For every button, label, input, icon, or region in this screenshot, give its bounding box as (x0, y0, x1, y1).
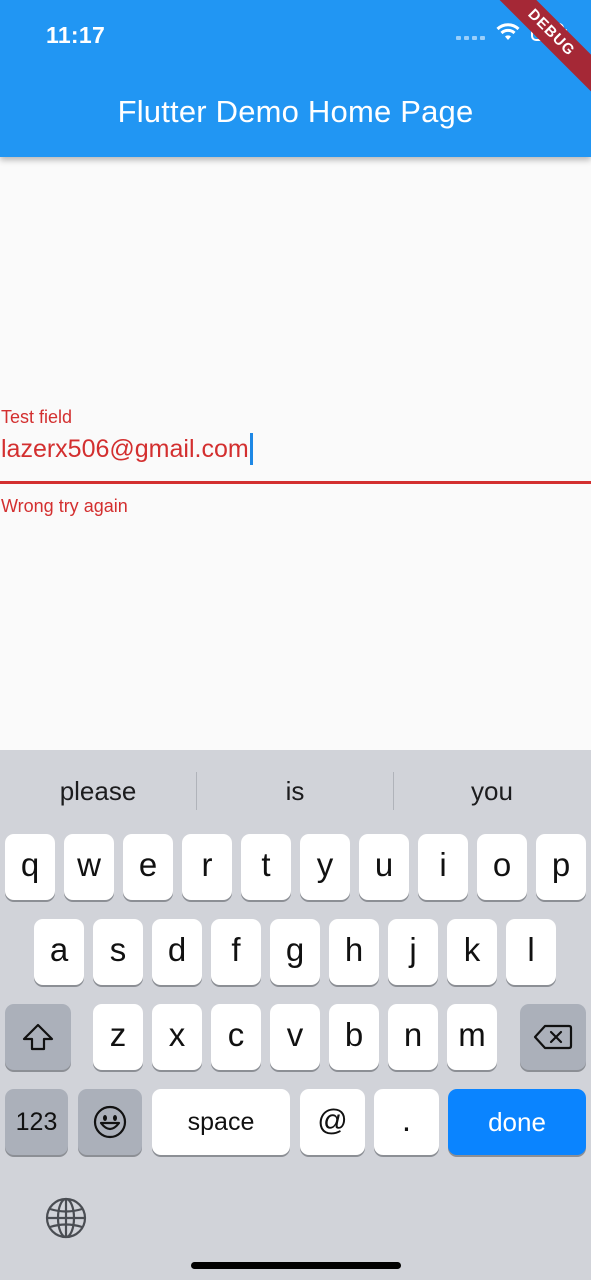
space-key[interactable]: space (152, 1089, 290, 1155)
key-j[interactable]: j (388, 919, 438, 985)
numbers-key[interactable]: 123 (5, 1089, 68, 1155)
key-h[interactable]: h (329, 919, 379, 985)
shift-key[interactable] (5, 1004, 71, 1070)
suggestion-1[interactable]: please (0, 770, 196, 812)
key-p[interactable]: p (536, 834, 586, 900)
text-field-error: Wrong try again (1, 496, 128, 516)
key-q[interactable]: q (5, 834, 55, 900)
key-z[interactable]: z (93, 1004, 143, 1070)
app-bar: 11:17 Flutter Demo Home Page DEBUG (0, 0, 591, 157)
text-field-underline (0, 481, 591, 484)
dot-key[interactable]: . (374, 1089, 439, 1155)
key-a[interactable]: a (34, 919, 84, 985)
status-time: 11:17 (46, 22, 106, 48)
suggestion-3[interactable]: you (394, 770, 590, 812)
shift-icon (22, 1023, 54, 1051)
done-key[interactable]: done (448, 1089, 586, 1155)
key-w[interactable]: w (64, 834, 114, 900)
email-field[interactable]: lazerx506@gmail.com (1, 433, 253, 465)
key-f[interactable]: f (211, 919, 261, 985)
keyboard: please is you q w e r t y u i o p a s d … (0, 750, 591, 1280)
key-d[interactable]: d (152, 919, 202, 985)
emoji-key[interactable] (78, 1089, 142, 1155)
key-k[interactable]: k (447, 919, 497, 985)
key-r[interactable]: r (182, 834, 232, 900)
key-o[interactable]: o (477, 834, 527, 900)
text-cursor (249, 433, 253, 465)
key-n[interactable]: n (388, 1004, 438, 1070)
key-y[interactable]: y (300, 834, 350, 900)
signal-icon (456, 24, 485, 40)
backspace-icon (533, 1024, 573, 1050)
key-g[interactable]: g (270, 919, 320, 985)
key-m[interactable]: m (447, 1004, 497, 1070)
key-b[interactable]: b (329, 1004, 379, 1070)
page-title: Flutter Demo Home Page (117, 94, 474, 129)
email-field-value: lazerx506@gmail.com (1, 434, 249, 463)
key-s[interactable]: s (93, 919, 143, 985)
key-e[interactable]: e (123, 834, 173, 900)
debug-banner: DEBUG (485, 0, 591, 99)
text-field-label: Test field (1, 407, 73, 427)
key-u[interactable]: u (359, 834, 409, 900)
key-c[interactable]: c (211, 1004, 261, 1070)
key-t[interactable]: t (241, 834, 291, 900)
backspace-key[interactable] (520, 1004, 586, 1070)
suggestion-2[interactable]: is (197, 770, 393, 812)
wifi-icon (496, 23, 520, 40)
home-indicator[interactable] (191, 1262, 401, 1269)
globe-icon[interactable] (44, 1196, 88, 1240)
emoji-icon (93, 1105, 127, 1139)
key-x[interactable]: x (152, 1004, 202, 1070)
key-l[interactable]: l (506, 919, 556, 985)
key-v[interactable]: v (270, 1004, 320, 1070)
key-i[interactable]: i (418, 834, 468, 900)
at-key[interactable]: @ (300, 1089, 365, 1155)
